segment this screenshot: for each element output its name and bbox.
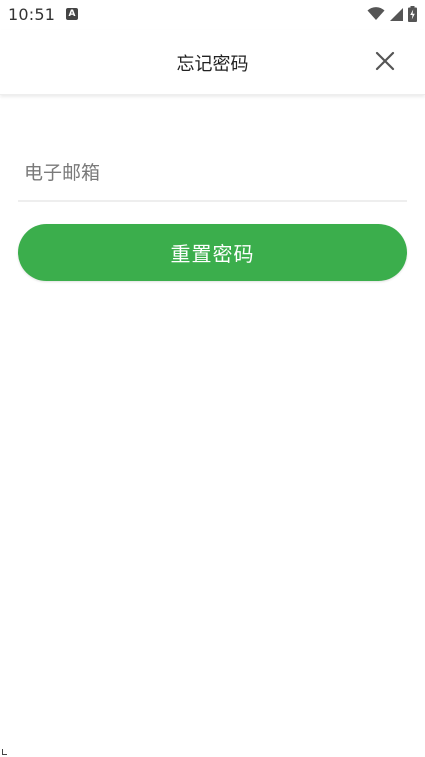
status-time: 10:51	[8, 5, 56, 24]
reset-password-button[interactable]: 重置密码	[18, 224, 407, 281]
close-icon	[375, 51, 395, 71]
header-bar: 忘记密码	[0, 30, 425, 95]
page-title: 忘记密码	[176, 54, 249, 75]
notification-a-icon: A	[66, 8, 78, 20]
wifi-icon	[367, 7, 385, 20]
status-bar: 10:51 A	[0, 0, 425, 30]
corner-mark	[2, 749, 7, 755]
close-button[interactable]	[373, 49, 397, 73]
email-field[interactable]	[18, 150, 407, 196]
signal-icon	[390, 7, 403, 21]
battery-icon	[408, 6, 417, 22]
status-icons	[367, 6, 417, 22]
email-field-container	[18, 150, 407, 202]
